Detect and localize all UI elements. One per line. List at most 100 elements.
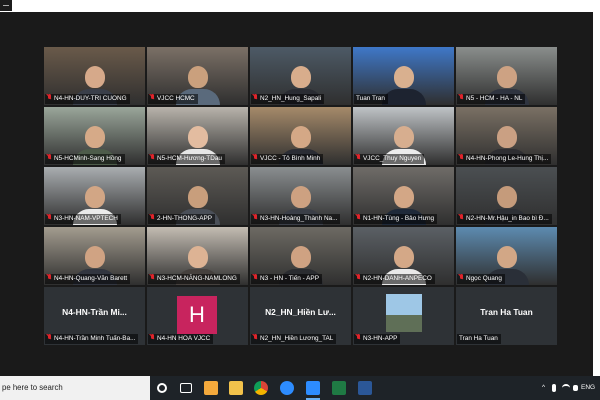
participant-tile[interactable]: N3-HN-NAM-VPTECH bbox=[44, 167, 145, 225]
participant-tile[interactable]: Ngọc Quang bbox=[456, 227, 557, 285]
participant-tile[interactable]: N4-HN-Trần Mi... N4-HN-Trần Minh Tuấn-Ba.… bbox=[44, 287, 145, 345]
participant-tile[interactable]: N5 - HCM - HA - NL bbox=[456, 47, 557, 105]
participant-name: N2-HN-DANH-ANPECO bbox=[363, 275, 432, 282]
muted-mic-icon bbox=[47, 154, 52, 161]
participant-name: N2-HN-Mr.Hậu_in Bao bì Đ... bbox=[466, 215, 549, 222]
muted-mic-icon bbox=[253, 274, 258, 281]
participant-name-label: N3-HCM-NĂNG-NAMLONG bbox=[148, 274, 240, 284]
participant-name: N4-HN HOA VJCC bbox=[157, 335, 211, 342]
participant-tile[interactable]: N4-HN-DUY-TRI CUONG bbox=[44, 47, 145, 105]
participant-name: N5 - HCM - HA - NL bbox=[466, 95, 523, 102]
participant-name: N2_HN_Hung_Sapali bbox=[260, 95, 322, 102]
participant-name-label: N1-HN-Tùng - Bảo Hưng bbox=[354, 214, 438, 224]
participant-name-label: N5-HCM-Hương-TDau bbox=[148, 154, 225, 164]
participant-tile[interactable]: VJCC - Tô Bình Minh bbox=[250, 107, 351, 165]
participant-display-name: Tran Ha Tuan bbox=[480, 307, 533, 317]
participant-name: N3-HCM-NĂNG-NAMLONG bbox=[157, 275, 237, 282]
window-menu-icon[interactable] bbox=[0, 0, 12, 11]
participant-name-label: N3-HN-APP bbox=[354, 334, 401, 344]
participant-tile[interactable]: N3-HCM-NĂNG-NAMLONG bbox=[147, 227, 248, 285]
excel-icon[interactable] bbox=[332, 381, 346, 395]
participant-name-label: VJCC_Thuy Nguyen bbox=[354, 154, 425, 164]
participant-tile[interactable]: N4-HN-Phong Le-Hung Thị... bbox=[456, 107, 557, 165]
participant-name-label: Tuan Tran bbox=[354, 94, 388, 104]
participant-tile[interactable]: N5-HCM-Hương-TDau bbox=[147, 107, 248, 165]
taskbar-search-box[interactable]: pe here to search bbox=[0, 376, 150, 400]
participant-name-label: N3 - HN - Tiến - APP bbox=[251, 274, 322, 284]
file-explorer-icon[interactable] bbox=[229, 381, 243, 395]
participant-name-label: 2-HN-THONG-APP bbox=[148, 214, 216, 224]
windows-taskbar: pe here to search ^ ENG bbox=[0, 376, 600, 400]
muted-mic-icon bbox=[356, 334, 361, 341]
language-indicator[interactable]: ENG bbox=[581, 376, 595, 400]
muted-mic-icon bbox=[150, 154, 155, 161]
participant-name: N3-HN-NAM-VPTECH bbox=[54, 215, 118, 222]
task-view-icon[interactable] bbox=[180, 383, 192, 393]
participant-name-label: N2-HN-Mr.Hậu_in Bao bì Đ... bbox=[457, 214, 552, 224]
participant-tile[interactable]: N3 - HN - Tiến - APP bbox=[250, 227, 351, 285]
muted-mic-icon bbox=[356, 154, 361, 161]
participant-tile[interactable]: N2-HN-DANH-ANPECO bbox=[353, 227, 454, 285]
participant-name: N4-HN-Phong Le-Hung Thị... bbox=[466, 155, 549, 162]
participant-name-label: N4-HN-Quang-Văn Barett bbox=[45, 274, 131, 284]
participant-name-label: N2-HN-DANH-ANPECO bbox=[354, 274, 435, 284]
mic-tray-icon[interactable] bbox=[552, 384, 556, 392]
muted-mic-icon bbox=[356, 274, 361, 281]
volume-icon[interactable] bbox=[573, 385, 578, 391]
participant-tile[interactable]: Tran Ha Tuan Tran Ha Tuan bbox=[456, 287, 557, 345]
participant-tile[interactable]: Tuan Tran bbox=[353, 47, 454, 105]
participant-tile[interactable]: VJCC HCMC bbox=[147, 47, 248, 105]
participant-name-label: N5-HCMinh-Sang Hồng bbox=[45, 154, 125, 164]
participant-name-label: VJCC HCMC bbox=[148, 94, 198, 104]
participant-tile[interactable]: N2_HN_Hung_Sapali bbox=[250, 47, 351, 105]
participant-tile[interactable]: N3-HN-Hoàng_Thành Na... bbox=[250, 167, 351, 225]
participant-name: 2-HN-THONG-APP bbox=[157, 215, 213, 222]
window-edge bbox=[593, 12, 600, 376]
participant-tile[interactable]: VJCC_Thuy Nguyen bbox=[353, 107, 454, 165]
muted-mic-icon bbox=[459, 214, 464, 221]
participant-name: Ngọc Quang bbox=[466, 275, 502, 282]
participant-name: VJCC_Thuy Nguyen bbox=[363, 155, 422, 162]
participant-tile[interactable]: 2-HN-THONG-APP bbox=[147, 167, 248, 225]
participant-name: VJCC - Tô Bình Minh bbox=[260, 155, 321, 162]
participant-tile[interactable]: H N4-HN HOA VJCC bbox=[147, 287, 248, 345]
participant-name: N3 - HN - Tiến - APP bbox=[260, 275, 319, 282]
participant-tile[interactable]: N3-HN-APP bbox=[353, 287, 454, 345]
participant-name-label: N4-HN-DUY-TRI CUONG bbox=[45, 94, 130, 104]
participant-name-label: N3-HN-Hoàng_Thành Na... bbox=[251, 214, 341, 224]
participant-tile[interactable]: N5-HCMinh-Sang Hồng bbox=[44, 107, 145, 165]
muted-mic-icon bbox=[253, 94, 258, 101]
window-titlebar bbox=[0, 0, 600, 12]
participant-tile[interactable]: N2_HN_Hiền Lư... N2_HN_Hiền Lương_TAL bbox=[250, 287, 351, 345]
zoom-app-icon[interactable] bbox=[280, 381, 294, 395]
word-icon[interactable] bbox=[358, 381, 372, 395]
participant-tile[interactable]: N4-HN-Quang-Văn Barett bbox=[44, 227, 145, 285]
muted-mic-icon bbox=[356, 214, 361, 221]
participant-name: N1-HN-Tùng - Bảo Hưng bbox=[363, 215, 435, 222]
participant-name-label: N4-HN HOA VJCC bbox=[148, 334, 214, 344]
muted-mic-icon bbox=[47, 274, 52, 281]
sticky-notes-icon[interactable] bbox=[204, 381, 218, 395]
muted-mic-icon bbox=[459, 154, 464, 161]
participant-name: N5-HCMinh-Sang Hồng bbox=[54, 155, 122, 162]
participant-name: Tuan Tran bbox=[356, 95, 385, 102]
participant-name-label: VJCC - Tô Bình Minh bbox=[251, 154, 324, 164]
tray-overflow-icon[interactable]: ^ bbox=[542, 376, 545, 400]
muted-mic-icon bbox=[47, 94, 52, 101]
muted-mic-icon bbox=[253, 154, 258, 161]
participant-name: N5-HCM-Hương-TDau bbox=[157, 155, 222, 162]
profile-photo bbox=[386, 294, 422, 332]
chrome-icon[interactable] bbox=[254, 381, 268, 395]
participant-name-label: N2_HN_Hiền Lương_TAL bbox=[251, 334, 337, 344]
cortana-icon[interactable] bbox=[157, 383, 167, 393]
wifi-icon[interactable] bbox=[562, 384, 570, 392]
participant-name: N3-HN-APP bbox=[363, 335, 398, 342]
participant-display-name: N4-HN-Trần Mi... bbox=[62, 307, 127, 317]
participant-tile[interactable]: N2-HN-Mr.Hậu_in Bao bì Đ... bbox=[456, 167, 557, 225]
participant-tile[interactable]: N1-HN-Tùng - Bảo Hưng bbox=[353, 167, 454, 225]
participant-name: N4-HN-DUY-TRI CUONG bbox=[54, 95, 127, 102]
zoom-meeting-icon[interactable] bbox=[306, 381, 320, 395]
participant-name-label: Ngọc Quang bbox=[457, 274, 505, 284]
muted-mic-icon bbox=[47, 214, 52, 221]
muted-mic-icon bbox=[150, 94, 155, 101]
